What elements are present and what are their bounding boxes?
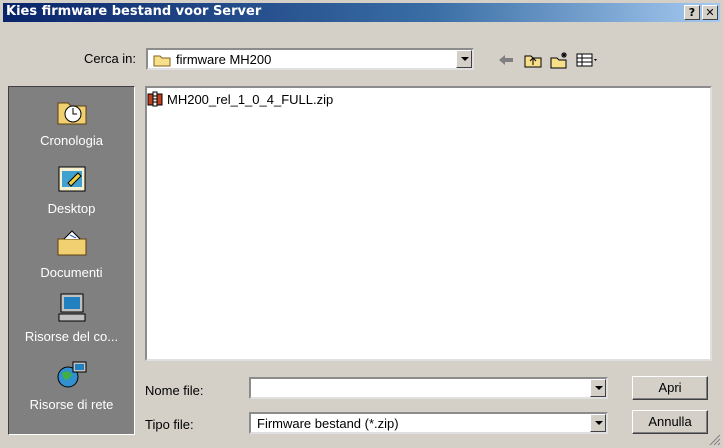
file-name: MH200_rel_1_0_4_FULL.zip xyxy=(167,91,334,107)
network-icon xyxy=(57,361,86,388)
file-name-input[interactable] xyxy=(249,377,608,399)
file-type-value: Firmware bestand (*.zip) xyxy=(257,416,399,431)
file-open-dialog: Kies firmware bestand voor Server ? ✕ Ce… xyxy=(0,0,723,448)
place-my-computer[interactable]: Risorse del co... xyxy=(9,291,134,344)
file-type-label: Tipo file: xyxy=(145,417,194,432)
help-button[interactable]: ? xyxy=(684,5,700,20)
look-in-label: Cerca in: xyxy=(84,51,137,66)
place-history[interactable]: Cronologia xyxy=(9,95,134,148)
place-label: Risorse di rete xyxy=(29,397,114,412)
places-bar: Cronologia Desktop Documenti Risorse del… xyxy=(8,86,135,435)
my-computer-icon xyxy=(58,293,85,322)
cancel-button[interactable]: Annulla xyxy=(632,410,708,434)
window-title: Kies firmware bestand voor Server xyxy=(6,4,262,19)
history-icon xyxy=(57,102,86,125)
place-documents[interactable]: Documenti xyxy=(9,227,134,280)
up-folder-icon[interactable] xyxy=(523,50,543,70)
desktop-icon xyxy=(58,166,85,192)
look-in-dropdown[interactable]: firmware MH200 xyxy=(146,48,474,70)
place-label: Documenti xyxy=(40,265,103,280)
place-label: Desktop xyxy=(47,201,96,216)
place-label: Cronologia xyxy=(40,133,103,148)
chevron-down-icon[interactable] xyxy=(590,379,606,397)
title-bar: Kies firmware bestand voor Server ? ✕ xyxy=(3,3,720,22)
resize-grip-icon[interactable] xyxy=(707,432,721,446)
place-network[interactable]: Risorse di rete xyxy=(9,359,134,412)
close-button[interactable]: ✕ xyxy=(702,5,718,20)
place-desktop[interactable]: Desktop xyxy=(9,163,134,216)
zip-file-icon xyxy=(147,91,163,107)
open-button[interactable]: Apri xyxy=(632,376,708,400)
back-arrow-icon[interactable] xyxy=(496,50,516,70)
file-name-label: Nome file: xyxy=(145,383,204,398)
file-item[interactable]: MH200_rel_1_0_4_FULL.zip xyxy=(147,90,333,108)
file-list[interactable]: MH200_rel_1_0_4_FULL.zip xyxy=(145,86,712,361)
folder-icon xyxy=(153,55,171,67)
chevron-down-icon[interactable] xyxy=(456,50,472,68)
new-folder-icon[interactable] xyxy=(549,50,569,70)
place-label: Risorse del co... xyxy=(24,329,119,344)
view-menu-icon[interactable] xyxy=(575,50,601,70)
documents-icon xyxy=(57,230,86,256)
chevron-down-icon[interactable] xyxy=(590,414,606,432)
file-type-dropdown[interactable]: Firmware bestand (*.zip) xyxy=(249,412,608,434)
look-in-value: firmware MH200 xyxy=(176,52,272,67)
